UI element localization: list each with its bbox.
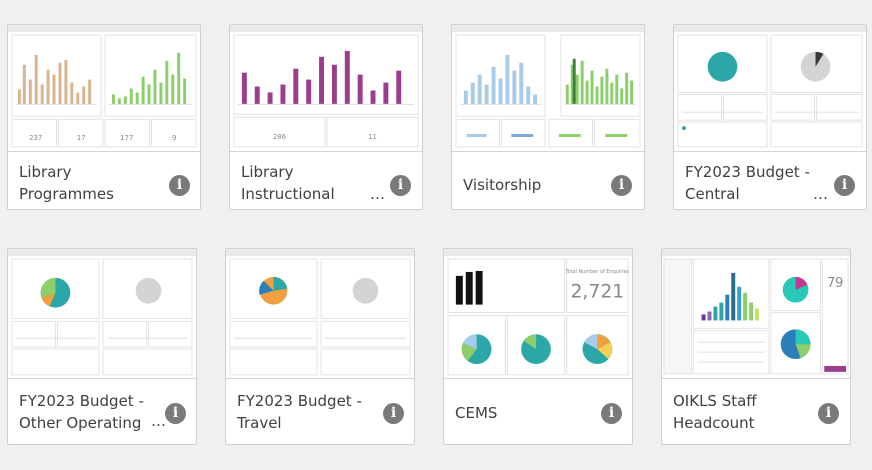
app-card-fy2023-budget-central[interactable]: FY2023 Budget - Central … i xyxy=(673,24,867,210)
kpi-value: 11 xyxy=(368,133,377,141)
info-icon[interactable]: i xyxy=(834,175,855,196)
app-title-line2: Travel xyxy=(237,414,282,432)
app-title: OIKLS Staff Headcount xyxy=(673,390,757,434)
app-title-line2: Instructional xyxy=(241,185,335,203)
thumbnail-preview: 237 17 177 9 xyxy=(8,25,200,148)
app-card-visitorship[interactable]: Visitorship i xyxy=(451,24,645,210)
app-card-oikls-staff-headcount[interactable]: 79 OIKLS Staff Headcount i xyxy=(661,248,851,445)
app-title-line2: Headcount xyxy=(673,414,755,432)
app-title-line1: FY2023 Budget - xyxy=(685,163,810,181)
app-card-fy2023-budget-other-operating[interactable]: FY2023 Budget - Other Operating … i xyxy=(7,248,197,445)
info-icon[interactable]: i xyxy=(611,175,632,196)
app-title-line2: Central xyxy=(685,185,740,203)
kpi-value: 2,721 xyxy=(570,282,624,303)
thumbnail-preview: 286 11 xyxy=(230,25,422,148)
kpi-value: 17 xyxy=(77,134,86,142)
app-title-line1: OIKLS Staff xyxy=(673,392,757,410)
app-thumbnail: Total Number of Enquiries 2,721 xyxy=(444,249,632,379)
truncation-ellipsis: … xyxy=(370,185,386,203)
app-thumbnail: 79 xyxy=(662,249,850,379)
app-thumbnail xyxy=(674,25,866,152)
info-icon[interactable]: i xyxy=(390,175,411,196)
kpi-value: 237 xyxy=(29,134,42,142)
info-icon[interactable]: i xyxy=(818,403,839,424)
thumbnail-preview xyxy=(226,249,414,376)
app-title: FY2023 Budget - Other Operating xyxy=(19,390,144,434)
app-title-line2: Other Operating xyxy=(19,414,142,432)
thumbnail-preview: Total Number of Enquiries 2,721 xyxy=(444,249,632,376)
app-title-line2: Programmes xyxy=(19,185,114,203)
info-icon[interactable]: i xyxy=(601,403,622,424)
app-title-line1: Library xyxy=(241,163,294,181)
kpi-value: 177 xyxy=(120,134,133,142)
kpi-value: 286 xyxy=(273,133,286,141)
truncation-ellipsis: … xyxy=(813,185,829,203)
thumbnail-preview xyxy=(452,25,644,148)
app-title-line1: FY2023 Budget - xyxy=(237,392,362,410)
app-title-line1: Visitorship xyxy=(463,176,542,194)
app-title: FY2023 Budget - Travel xyxy=(237,390,362,434)
app-thumbnail: 237 17 177 9 xyxy=(8,25,200,152)
info-icon[interactable]: i xyxy=(165,403,186,424)
thumbnail-preview: 79 xyxy=(662,249,850,375)
app-title: FY2023 Budget - Central xyxy=(685,161,810,205)
kpi-value: 9 xyxy=(172,134,176,142)
app-thumbnail: 286 11 xyxy=(230,25,422,152)
app-title: Library Programmes xyxy=(19,161,114,205)
info-icon[interactable]: i xyxy=(169,175,190,196)
info-icon[interactable]: i xyxy=(383,403,404,424)
app-title: CEMS xyxy=(455,402,497,424)
app-card-fy2023-budget-travel[interactable]: FY2023 Budget - Travel i xyxy=(225,248,415,445)
app-card-library-programmes[interactable]: 237 17 177 9 Library Programmes i xyxy=(7,24,201,210)
app-card-library-instructional[interactable]: 286 11 Library Instructional … i xyxy=(229,24,423,210)
thumbnail-preview xyxy=(8,249,196,376)
app-title-line1: CEMS xyxy=(455,404,498,422)
app-title-line1: Library xyxy=(19,163,72,181)
kpi-label: Total Number of Enquiries xyxy=(565,269,630,275)
app-title: Library Instructional xyxy=(241,161,335,205)
app-title: Visitorship xyxy=(463,174,541,196)
kpi-value: 79 xyxy=(827,276,843,291)
app-title-line1: FY2023 Budget - xyxy=(19,392,144,410)
app-thumbnail xyxy=(452,25,644,152)
thumbnail-preview xyxy=(674,25,866,148)
app-thumbnail xyxy=(226,249,414,379)
app-thumbnail xyxy=(8,249,196,379)
app-card-cems[interactable]: Total Number of Enquiries 2,721 CEMS i xyxy=(443,248,633,445)
